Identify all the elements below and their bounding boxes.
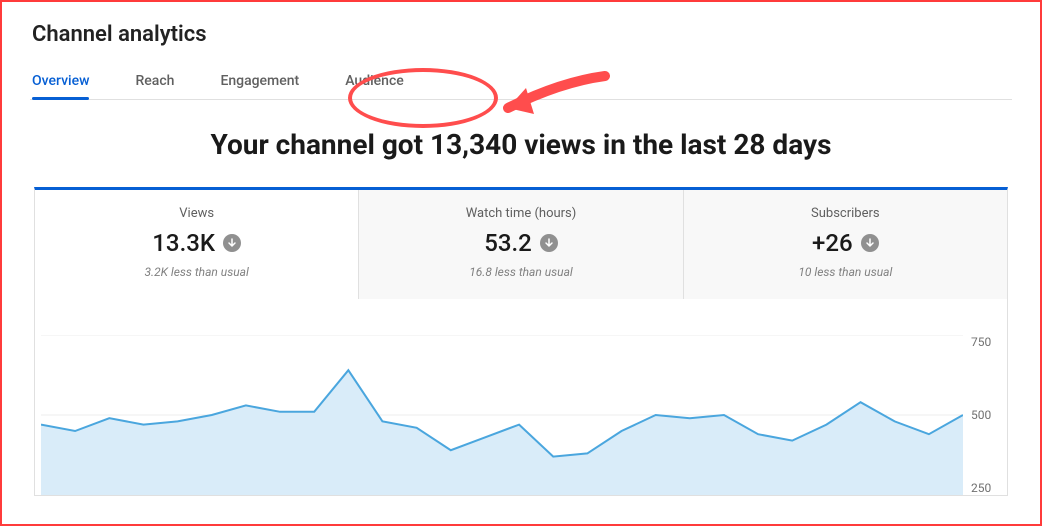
metric-value-line: 13.3K xyxy=(43,229,350,257)
metric-label: Views xyxy=(43,206,350,221)
tab-reach[interactable]: Reach xyxy=(135,65,174,99)
trend-down-icon xyxy=(861,234,879,252)
metric-views[interactable]: Views 13.3K 3.2K less than usual xyxy=(35,190,359,299)
metric-subscribers[interactable]: Subscribers +26 10 less than usual xyxy=(684,190,1007,299)
tab-engagement[interactable]: Engagement xyxy=(220,65,299,99)
metric-watch-time[interactable]: Watch time (hours) 53.2 16.8 less than u… xyxy=(359,190,683,299)
trend-down-icon xyxy=(540,234,558,252)
page-title: Channel analytics xyxy=(32,22,1012,47)
metric-sub: 16.8 less than usual xyxy=(367,265,674,279)
metric-value-line: 53.2 xyxy=(367,229,674,257)
y-tick: 500 xyxy=(971,408,1001,422)
y-tick: 750 xyxy=(971,335,1001,349)
metric-label: Subscribers xyxy=(692,206,999,221)
metrics-card: Views 13.3K 3.2K less than usual Watch t… xyxy=(34,187,1008,496)
y-axis-ticks: 750 500 250 xyxy=(971,335,1001,495)
tab-audience[interactable]: Audience xyxy=(345,65,404,99)
trend-down-icon xyxy=(223,234,241,252)
summary-headline: Your channel got 13,340 views in the las… xyxy=(30,128,1012,161)
tabs-divider xyxy=(30,99,1012,100)
metric-value: +26 xyxy=(812,229,853,257)
line-chart-svg xyxy=(41,335,963,495)
tab-overview[interactable]: Overview xyxy=(32,65,89,99)
content-area: Channel analytics Overview Reach Engagem… xyxy=(2,2,1040,496)
y-tick: 250 xyxy=(971,481,1001,495)
metrics-row: Views 13.3K 3.2K less than usual Watch t… xyxy=(35,190,1007,299)
tabs-row: Overview Reach Engagement Audience xyxy=(30,65,1012,99)
metric-label: Watch time (hours) xyxy=(367,206,674,221)
metric-value: 53.2 xyxy=(484,229,532,257)
metric-value: 13.3K xyxy=(152,229,215,257)
metric-sub: 10 less than usual xyxy=(692,265,999,279)
metric-sub: 3.2K less than usual xyxy=(43,265,350,279)
metric-value-line: +26 xyxy=(692,229,999,257)
app-frame: Channel analytics Overview Reach Engagem… xyxy=(0,0,1042,526)
views-chart: 750 500 250 xyxy=(35,335,1007,495)
